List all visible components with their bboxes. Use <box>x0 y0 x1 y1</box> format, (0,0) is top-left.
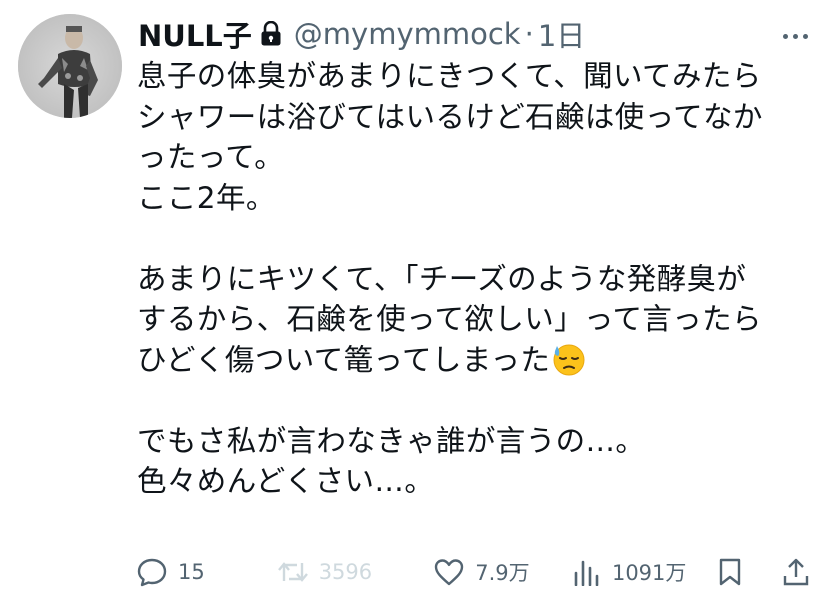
body-line: ここ2年。 <box>137 180 276 215</box>
reply-icon <box>137 558 167 587</box>
body-line: シャワーは浴びてはいるけど石鹸は使ってなか <box>137 99 763 134</box>
body-line: ひどく傷ついて篭ってしまった <box>137 342 551 377</box>
avatar-image <box>18 14 122 118</box>
body-line: するから、石鹸を使って欲しい」って言ったら <box>137 302 762 336</box>
body-line: でもさ私が言わなきゃ誰が言うの…。 <box>137 423 646 458</box>
repost-count: 3596 <box>318 560 373 584</box>
body-line-with-emoji: ひどく傷ついて篭ってしまった <box>137 340 817 381</box>
share-button[interactable] <box>782 557 810 587</box>
body-line: 息子の体臭があまりにきつくて、聞いてみたら <box>137 59 762 93</box>
body-line: ったって。 <box>137 140 285 174</box>
tweet-body: 息子の体臭があまりにきつくて、聞いてみたら シャワーは浴びてはいるけど石鹸は使っ… <box>137 56 817 502</box>
bookmark-icon <box>719 558 740 586</box>
repost-button[interactable]: 3596 <box>277 559 434 585</box>
separator-dot: · <box>524 17 534 51</box>
like-icon <box>435 559 464 586</box>
lock-icon <box>260 21 282 47</box>
downcast-face-with-sweat-icon <box>552 342 586 387</box>
body-line <box>137 380 817 421</box>
like-button[interactable]: 7.9万 <box>433 557 572 587</box>
bookmark-button[interactable] <box>717 557 782 587</box>
views-button[interactable]: 1091万 <box>572 557 717 587</box>
like-count: 7.9万 <box>475 561 530 585</box>
action-bar: 15 3596 7.9万 1091万 <box>136 550 810 594</box>
body-line: 色々めんどくさい…。 <box>137 464 435 498</box>
share-icon <box>783 558 809 586</box>
views-count: 1091万 <box>611 561 687 585</box>
author-handle[interactable]: @mymymmock <box>294 17 521 51</box>
avatar[interactable] <box>18 14 122 118</box>
tweet-header: NULL子 @mymymmock · 1日 <box>138 13 808 55</box>
reply-button[interactable]: 15 <box>136 557 277 587</box>
more-icon[interactable] <box>783 30 808 39</box>
body-line: あまりにキツくて、「チーズのような発酵臭が <box>137 261 747 296</box>
post-time[interactable]: 1日 <box>538 13 585 55</box>
reply-count: 15 <box>178 560 205 584</box>
author-name[interactable]: NULL子 <box>138 13 252 55</box>
body-line <box>137 218 817 259</box>
views-icon <box>574 560 599 586</box>
repost-icon <box>277 562 308 582</box>
